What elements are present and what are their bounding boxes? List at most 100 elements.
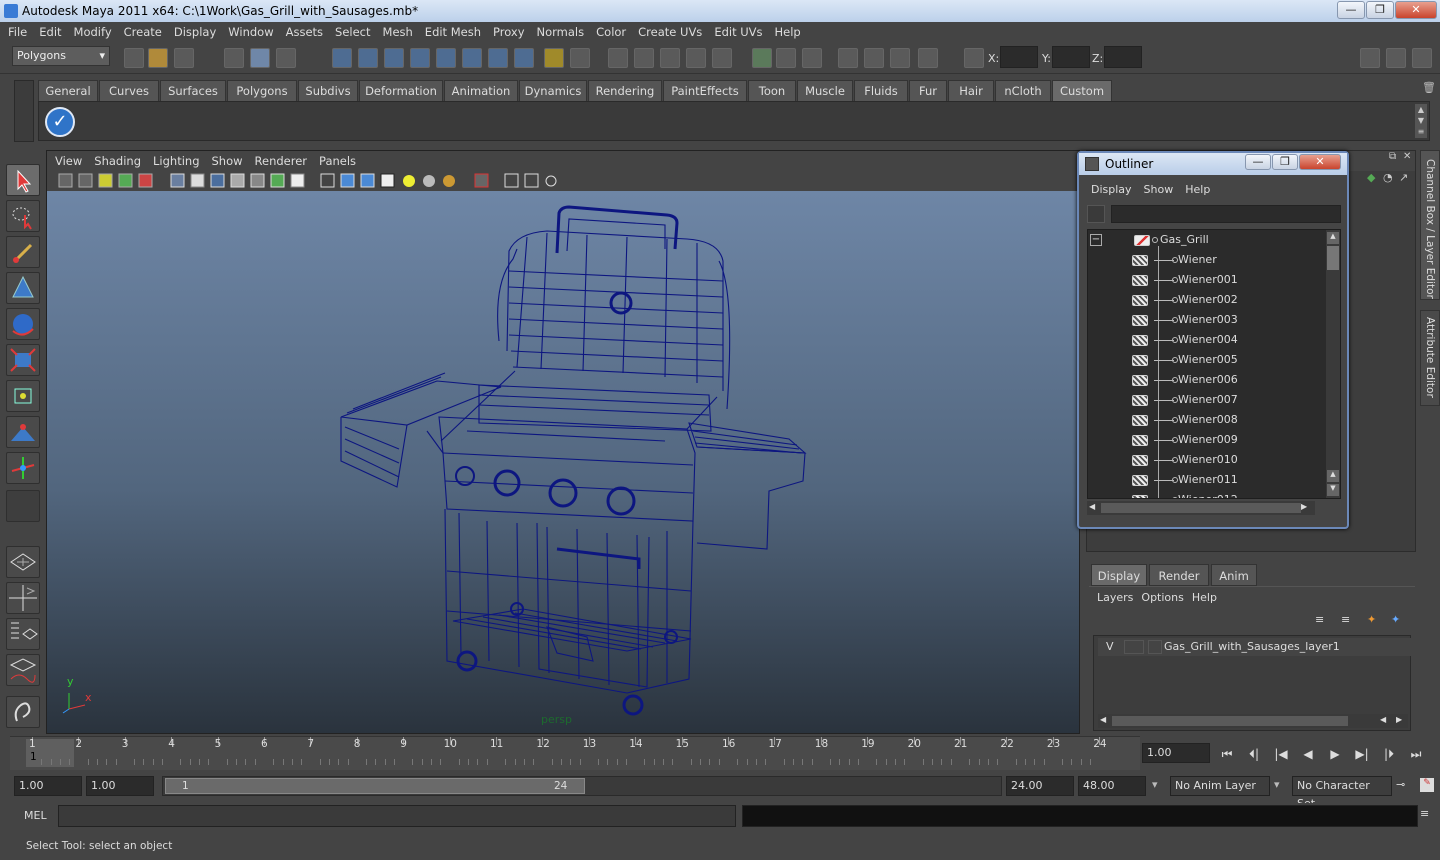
channel-rotate-icon[interactable]: ◔ <box>1383 171 1397 187</box>
layer-scroll-right-icon[interactable]: ▶ <box>1396 715 1402 724</box>
render-current-icon[interactable] <box>712 48 732 68</box>
snap-grid-icon[interactable] <box>332 48 352 68</box>
menu-edit-mesh[interactable]: Edit Mesh <box>419 22 487 42</box>
go-to-end-icon[interactable]: ⏭ <box>1407 744 1425 764</box>
end-time-field[interactable]: 48.00 <box>1078 776 1146 796</box>
snap-plane-icon[interactable] <box>410 48 430 68</box>
tab-rendering[interactable]: Rendering <box>588 80 662 101</box>
menu-proxy[interactable]: Proxy <box>487 22 531 42</box>
outliner-item[interactable]: Wiener012 <box>1088 490 1324 498</box>
attribute-editor-tab[interactable]: Attribute Editor <box>1420 310 1440 406</box>
outliner-item[interactable]: Wiener005 <box>1088 350 1324 370</box>
input-ops-icon[interactable] <box>634 48 654 68</box>
tab-polygons[interactable]: Polygons <box>227 80 297 101</box>
range-bar[interactable]: 1 24 <box>165 778 585 794</box>
construction-history-icon[interactable] <box>686 48 706 68</box>
layer-tab-render[interactable]: Render <box>1149 564 1209 586</box>
tool-settings-icon[interactable] <box>1386 48 1406 68</box>
character-set-dropdown[interactable]: No Character Set <box>1292 776 1392 810</box>
scroll-down-icon[interactable]: ▼ <box>1327 484 1339 496</box>
viewport-menu-shading[interactable]: Shading <box>88 151 147 171</box>
move-layer-up-icon[interactable]: ≡ <box>1315 613 1333 629</box>
x-field[interactable] <box>1000 46 1038 68</box>
tab-hair[interactable]: Hair <box>948 80 994 101</box>
outliner-maximize-button[interactable]: ❐ <box>1272 154 1298 170</box>
new-layer-icon[interactable]: ✦ <box>1367 613 1385 629</box>
lasso-tool-icon[interactable] <box>6 200 40 232</box>
outliner-close-button[interactable]: ✕ <box>1299 154 1341 170</box>
attribute-editor-icon[interactable] <box>1412 48 1432 68</box>
tab-ncloth[interactable]: nCloth <box>995 80 1051 101</box>
preferences-icon[interactable]: ✎ <box>1420 778 1434 792</box>
select-component-icon[interactable] <box>276 48 296 68</box>
outliner-root-item[interactable]: Gas_Grill <box>1088 230 1324 250</box>
tab-general[interactable]: General <box>38 80 98 101</box>
trash-icon[interactable]: 🗑 <box>1422 81 1436 97</box>
select-misc-icon[interactable] <box>514 48 534 68</box>
outliner-item[interactable]: Wiener004 <box>1088 330 1324 350</box>
time-slider[interactable]: 1 1 2 3 4 5 6 7 8 9 10 11 12 13 14 15 16 17 18 19 20 21 22 23 2… <box>10 736 1140 770</box>
outliner-item[interactable]: Wiener009 <box>1088 430 1324 450</box>
outliner-search-input[interactable] <box>1111 205 1341 223</box>
shelf-scroll[interactable]: ▲ ▼ ≡ <box>1415 104 1427 138</box>
new-layer-selected-icon[interactable]: ✦ <box>1391 613 1409 629</box>
new-scene-icon[interactable] <box>124 48 144 68</box>
outliner-item[interactable]: Wiener006 <box>1088 370 1324 390</box>
show-manipulator-icon[interactable] <box>6 452 40 484</box>
outliner-filter-icon[interactable] <box>1087 205 1105 223</box>
select-by-curve-icon[interactable] <box>488 48 508 68</box>
step-back-key-icon[interactable]: ⏴| <box>1245 744 1263 764</box>
current-frame-field[interactable]: 1.00 <box>1142 743 1210 763</box>
select-object-icon[interactable] <box>250 48 270 68</box>
soft-mod-icon[interactable] <box>6 416 40 448</box>
z-field[interactable] <box>1104 46 1142 68</box>
select-by-handle-icon[interactable] <box>436 48 456 68</box>
tab-painteffects[interactable]: PaintEffects <box>663 80 747 101</box>
output-ops-icon[interactable] <box>660 48 680 68</box>
menu-color[interactable]: Color <box>590 22 632 42</box>
channel-pen-icon[interactable]: ↗ <box>1399 171 1413 187</box>
tab-subdivs[interactable]: Subdivs <box>298 80 358 101</box>
viewport-menu-lighting[interactable]: Lighting <box>147 151 205 171</box>
four-pane-layout-icon[interactable] <box>6 582 40 614</box>
shelf-options-handle[interactable] <box>14 80 34 142</box>
tab-custom[interactable]: Custom <box>1052 80 1112 101</box>
minimize-button[interactable]: — <box>1337 1 1365 19</box>
playback-start-field[interactable]: 1.00 <box>86 776 154 796</box>
layer-hscrollbar[interactable]: ◀ ◀ ▶ <box>1098 714 1408 728</box>
snap-curve-icon[interactable] <box>358 48 378 68</box>
layer-type-toggle[interactable] <box>1124 640 1144 654</box>
layer-scroll-left-icon-2[interactable]: ◀ <box>1380 715 1386 724</box>
tab-muscle[interactable]: Muscle <box>797 80 853 101</box>
tab-fluids[interactable]: Fluids <box>854 80 908 101</box>
outliner-item[interactable]: Wiener <box>1088 250 1324 270</box>
outliner-minimize-button[interactable]: — <box>1245 154 1271 170</box>
char-set-chevron-icon[interactable]: ▾ <box>1274 778 1280 791</box>
select-hierarchy-icon[interactable] <box>224 48 244 68</box>
input-line-icon[interactable] <box>964 48 984 68</box>
single-pane-layout-icon[interactable] <box>6 546 40 578</box>
h-scroll-thumb[interactable] <box>1101 503 1301 513</box>
layer-scroll-left-icon[interactable]: ◀ <box>1100 715 1106 724</box>
tab-toon[interactable]: Toon <box>748 80 796 101</box>
outliner-item[interactable]: Wiener003 <box>1088 310 1324 330</box>
render-view-icon[interactable] <box>752 48 772 68</box>
select-tool-icon[interactable] <box>6 164 40 196</box>
scroll-up-icon[interactable]: ▲ <box>1327 232 1339 244</box>
outliner-item[interactable]: Wiener011 <box>1088 470 1324 490</box>
float-panel-icon[interactable]: ⧉ <box>1389 151 1401 163</box>
outliner-item[interactable]: Wiener007 <box>1088 390 1324 410</box>
key-icon[interactable]: ⊸ <box>1396 778 1412 794</box>
step-forward-frame-icon[interactable]: ▶| <box>1353 744 1371 764</box>
menu-edit[interactable]: Edit <box>33 22 67 42</box>
y-field[interactable] <box>1052 46 1090 68</box>
menu-normals[interactable]: Normals <box>531 22 591 42</box>
playback-end-field[interactable]: 24.00 <box>1006 776 1074 796</box>
start-time-field[interactable]: 1.00 <box>14 776 82 796</box>
tab-surfaces[interactable]: Surfaces <box>160 80 226 101</box>
layer-row[interactable]: V Gas_Grill_with_Sausages_layer1 <box>1098 638 1412 656</box>
play-forward-icon[interactable]: ▶ <box>1326 744 1344 764</box>
manipulator-tool-icon[interactable] <box>6 380 40 412</box>
step-back-frame-icon[interactable]: |◀ <box>1272 744 1290 764</box>
menu-help[interactable]: Help <box>769 22 807 42</box>
